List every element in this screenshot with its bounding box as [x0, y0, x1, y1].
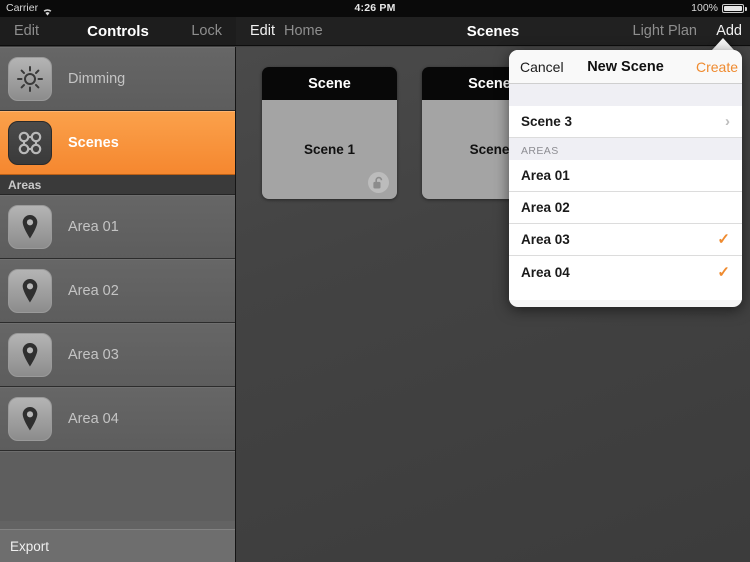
sidebar-item-label: Area 04 [68, 411, 119, 427]
sidebar-item-label: Area 01 [68, 219, 119, 235]
scene-card[interactable]: Scene Scene 1 [262, 67, 397, 199]
map-pin-icon [8, 205, 52, 249]
popover-bottom-spacer [509, 288, 742, 300]
map-pin-icon [8, 333, 52, 377]
battery-full-icon [722, 4, 747, 13]
sidebar: Dimming Scenes Areas Area 01 Area 02 Are… [0, 47, 236, 562]
unlocked-padlock-icon[interactable] [368, 172, 389, 193]
sidebar-item-dimming[interactable]: Dimming [0, 47, 235, 111]
export-button[interactable]: Export [0, 529, 235, 562]
chevron-right-icon: › [725, 113, 730, 130]
popover-area-row-04[interactable]: Area 04 ✓ [509, 256, 742, 288]
popover-area-row-02[interactable]: Area 02 [509, 192, 742, 224]
sidebar-item-area-01[interactable]: Area 01 [0, 195, 235, 259]
map-pin-icon [8, 397, 52, 441]
sidebar-item-label: Area 02 [68, 283, 119, 299]
sidebar-item-scenes[interactable]: Scenes [0, 111, 235, 175]
popover-area-row-01[interactable]: Area 01 [509, 160, 742, 192]
status-bar: Carrier 4:26 PM 100% [0, 0, 750, 17]
sidebar-empty-space [0, 451, 235, 521]
popover-section-areas: AREAS [509, 138, 742, 160]
popover-area-label: Area 03 [521, 232, 570, 247]
create-button[interactable]: Create [696, 50, 738, 84]
sidebar-section-areas: Areas [0, 175, 235, 195]
scenes-grid-icon [8, 121, 52, 165]
status-bar-right: 100% [691, 0, 747, 17]
app-root: Carrier 4:26 PM 100% Edit Controls Lock … [0, 0, 750, 562]
scene-card-body: Scene 1 [262, 100, 397, 199]
popover-area-row-03[interactable]: Area 03 ✓ [509, 224, 742, 256]
sidebar-item-area-02[interactable]: Area 02 [0, 259, 235, 323]
scene-card-name: Scene [469, 142, 510, 157]
right-navigation-bar: Edit Home Scenes Light Plan Add [236, 17, 750, 46]
light-plan-button[interactable]: Light Plan [633, 17, 698, 46]
sidebar-item-area-04[interactable]: Area 04 [0, 387, 235, 451]
popover-area-label: Area 04 [521, 264, 570, 280]
popover-top-spacer [509, 84, 742, 106]
scene-name-value: Scene 3 [521, 114, 573, 129]
scene-card-name: Scene 1 [303, 142, 356, 157]
sidebar-item-label: Dimming [68, 71, 126, 87]
lock-button[interactable]: Lock [191, 17, 222, 46]
battery-percent-label: 100% [691, 2, 718, 14]
popover-area-label: Area 02 [521, 200, 570, 215]
scene-card-header: Scene [262, 67, 397, 100]
sidebar-item-area-03[interactable]: Area 03 [0, 323, 235, 387]
checkmark-icon: ✓ [717, 263, 730, 281]
popover-arrow [712, 38, 734, 50]
sidebar-item-label: Area 03 [68, 347, 119, 363]
sidebar-item-label: Scenes [68, 135, 119, 151]
map-pin-icon [8, 269, 52, 313]
popover-area-label: Area 01 [521, 168, 570, 183]
left-navigation-bar: Edit Controls Lock [0, 17, 236, 46]
clock: 4:26 PM [354, 2, 396, 14]
brightness-sun-icon [8, 57, 52, 101]
new-scene-popover: Cancel New Scene Create Scene 3 › AREAS … [509, 50, 742, 307]
popover-navigation-bar: Cancel New Scene Create [509, 50, 742, 84]
scene-name-row[interactable]: Scene 3 › [509, 106, 742, 138]
checkmark-icon: ✓ [717, 231, 730, 248]
